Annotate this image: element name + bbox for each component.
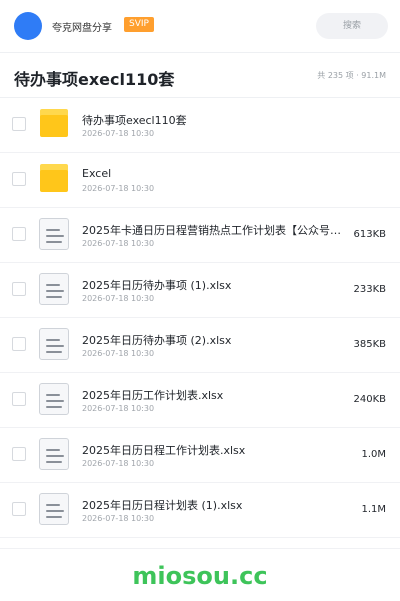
file-name: 2025年日历工作计划表.xlsx [82,389,224,402]
list-item[interactable]: 2025年日历待办事项 (1).xlsx 2026-07-18 10:30 23… [0,263,400,318]
list-item[interactable]: 2025年日历待办事项 (2).xlsx 2026-07-18 10:30 38… [0,318,400,373]
file-size: 613KB [353,229,386,240]
file-name: 2025年卡通日历日程营销热点工作计划表【公众号：… [82,224,350,237]
document-icon [38,383,70,415]
list-item[interactable]: Excel 2026-07-18 10:30 [0,153,400,208]
file-size: 1.0M [361,449,386,460]
document-icon [38,493,70,525]
file-date: 2026-07-18 10:30 [82,184,155,193]
top-bar: 夸克网盘分享 SVIP 搜索 [0,0,400,53]
select-checkbox[interactable] [12,117,26,131]
file-size: 240KB [353,394,386,405]
file-name: 2025年日历待办事项 (1).xlsx [82,279,232,292]
list-item[interactable]: 2025年日历工作计划表.xlsx 2026-07-18 10:30 240KB [0,373,400,428]
list-item[interactable]: 2025年卡通日历日程营销热点工作计划表【公众号：… 2026-07-18 10… [0,208,400,263]
select-checkbox[interactable] [12,172,26,186]
folder-header: 待办事项execl110套 共 235 项 · 91.1M [0,53,400,98]
document-icon [38,438,70,470]
svip-badge: SVIP [124,17,154,32]
file-date: 2026-07-18 10:30 [82,514,155,523]
select-checkbox[interactable] [12,447,26,461]
file-size: 1.1M [361,504,386,515]
select-checkbox[interactable] [12,337,26,351]
file-name: 2025年日历待办事项 (2).xlsx [82,334,232,347]
file-name: 待办事项execl110套 [82,114,187,127]
file-date: 2026-07-18 10:30 [82,239,155,248]
file-size: 385KB [353,339,386,350]
select-checkbox[interactable] [12,392,26,406]
file-date: 2026-07-18 10:30 [82,404,155,413]
select-checkbox[interactable] [12,502,26,516]
list-item[interactable]: 2025年日历日程计划表 (1).xlsx 2026-07-18 10:30 1… [0,483,400,538]
folder-icon [38,163,70,195]
file-list: 待办事项execl110套 2026-07-18 10:30 Excel 202… [0,98,400,538]
list-item[interactable]: 2025年日历日程工作计划表.xlsx 2026-07-18 10:30 1.0… [0,428,400,483]
document-icon [38,328,70,360]
file-date: 2026-07-18 10:30 [82,129,155,138]
file-date: 2026-07-18 10:30 [82,294,155,303]
file-name: Excel [82,167,112,180]
watermark: miosou.cc [132,562,268,590]
folder-icon [38,108,70,140]
search-button[interactable]: 搜索 [316,13,388,39]
file-name: 2025年日历日程工作计划表.xlsx [82,444,246,457]
file-date: 2026-07-18 10:30 [82,349,155,358]
list-item[interactable]: 待办事项execl110套 2026-07-18 10:30 [0,98,400,153]
file-date: 2026-07-18 10:30 [82,459,155,468]
file-name: 2025年日历日程计划表 (1).xlsx [82,499,243,512]
page-title: 待办事项execl110套 [14,70,175,89]
document-icon [38,273,70,305]
folder-summary: 共 235 项 · 91.1M [317,71,386,80]
select-checkbox[interactable] [12,282,26,296]
document-icon [38,218,70,250]
file-size: 233KB [353,284,386,295]
avatar[interactable] [14,12,42,40]
share-owner-name: 夸克网盘分享 [52,23,112,34]
select-checkbox[interactable] [12,227,26,241]
